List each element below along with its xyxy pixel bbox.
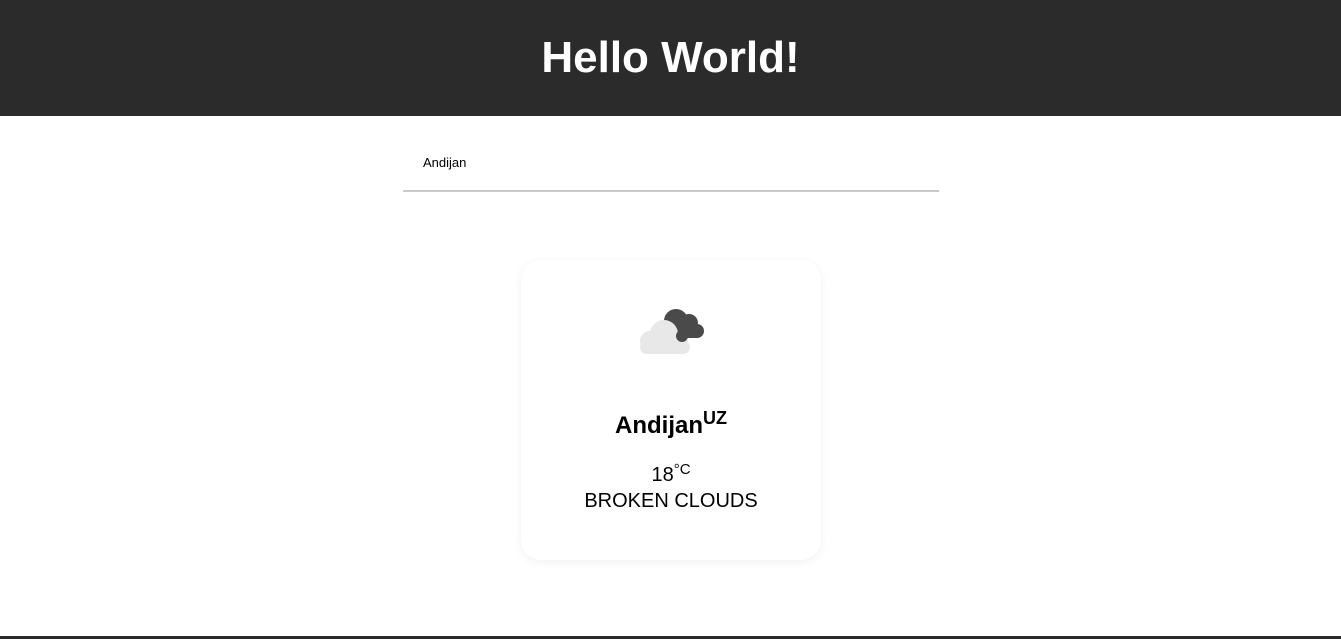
- temperature-unit: °C: [673, 461, 691, 478]
- page-header: Hello World!: [0, 0, 1341, 116]
- temperature-row: 18°C: [521, 461, 821, 487]
- weather-description: BROKEN CLOUDS: [584, 490, 758, 512]
- city-search-input[interactable]: [403, 140, 939, 190]
- city-name-row: AndijanUZ: [521, 408, 821, 440]
- weather-card: AndijanUZ 18°C BROKEN CLOUDS: [521, 260, 821, 560]
- broken-clouds-icon: [634, 304, 708, 354]
- search-field-container: [403, 140, 939, 192]
- temperature-value: 18: [651, 464, 674, 486]
- city-name: Andijan: [615, 412, 703, 439]
- page-title: Hello World!: [541, 33, 800, 82]
- country-code: UZ: [703, 408, 727, 428]
